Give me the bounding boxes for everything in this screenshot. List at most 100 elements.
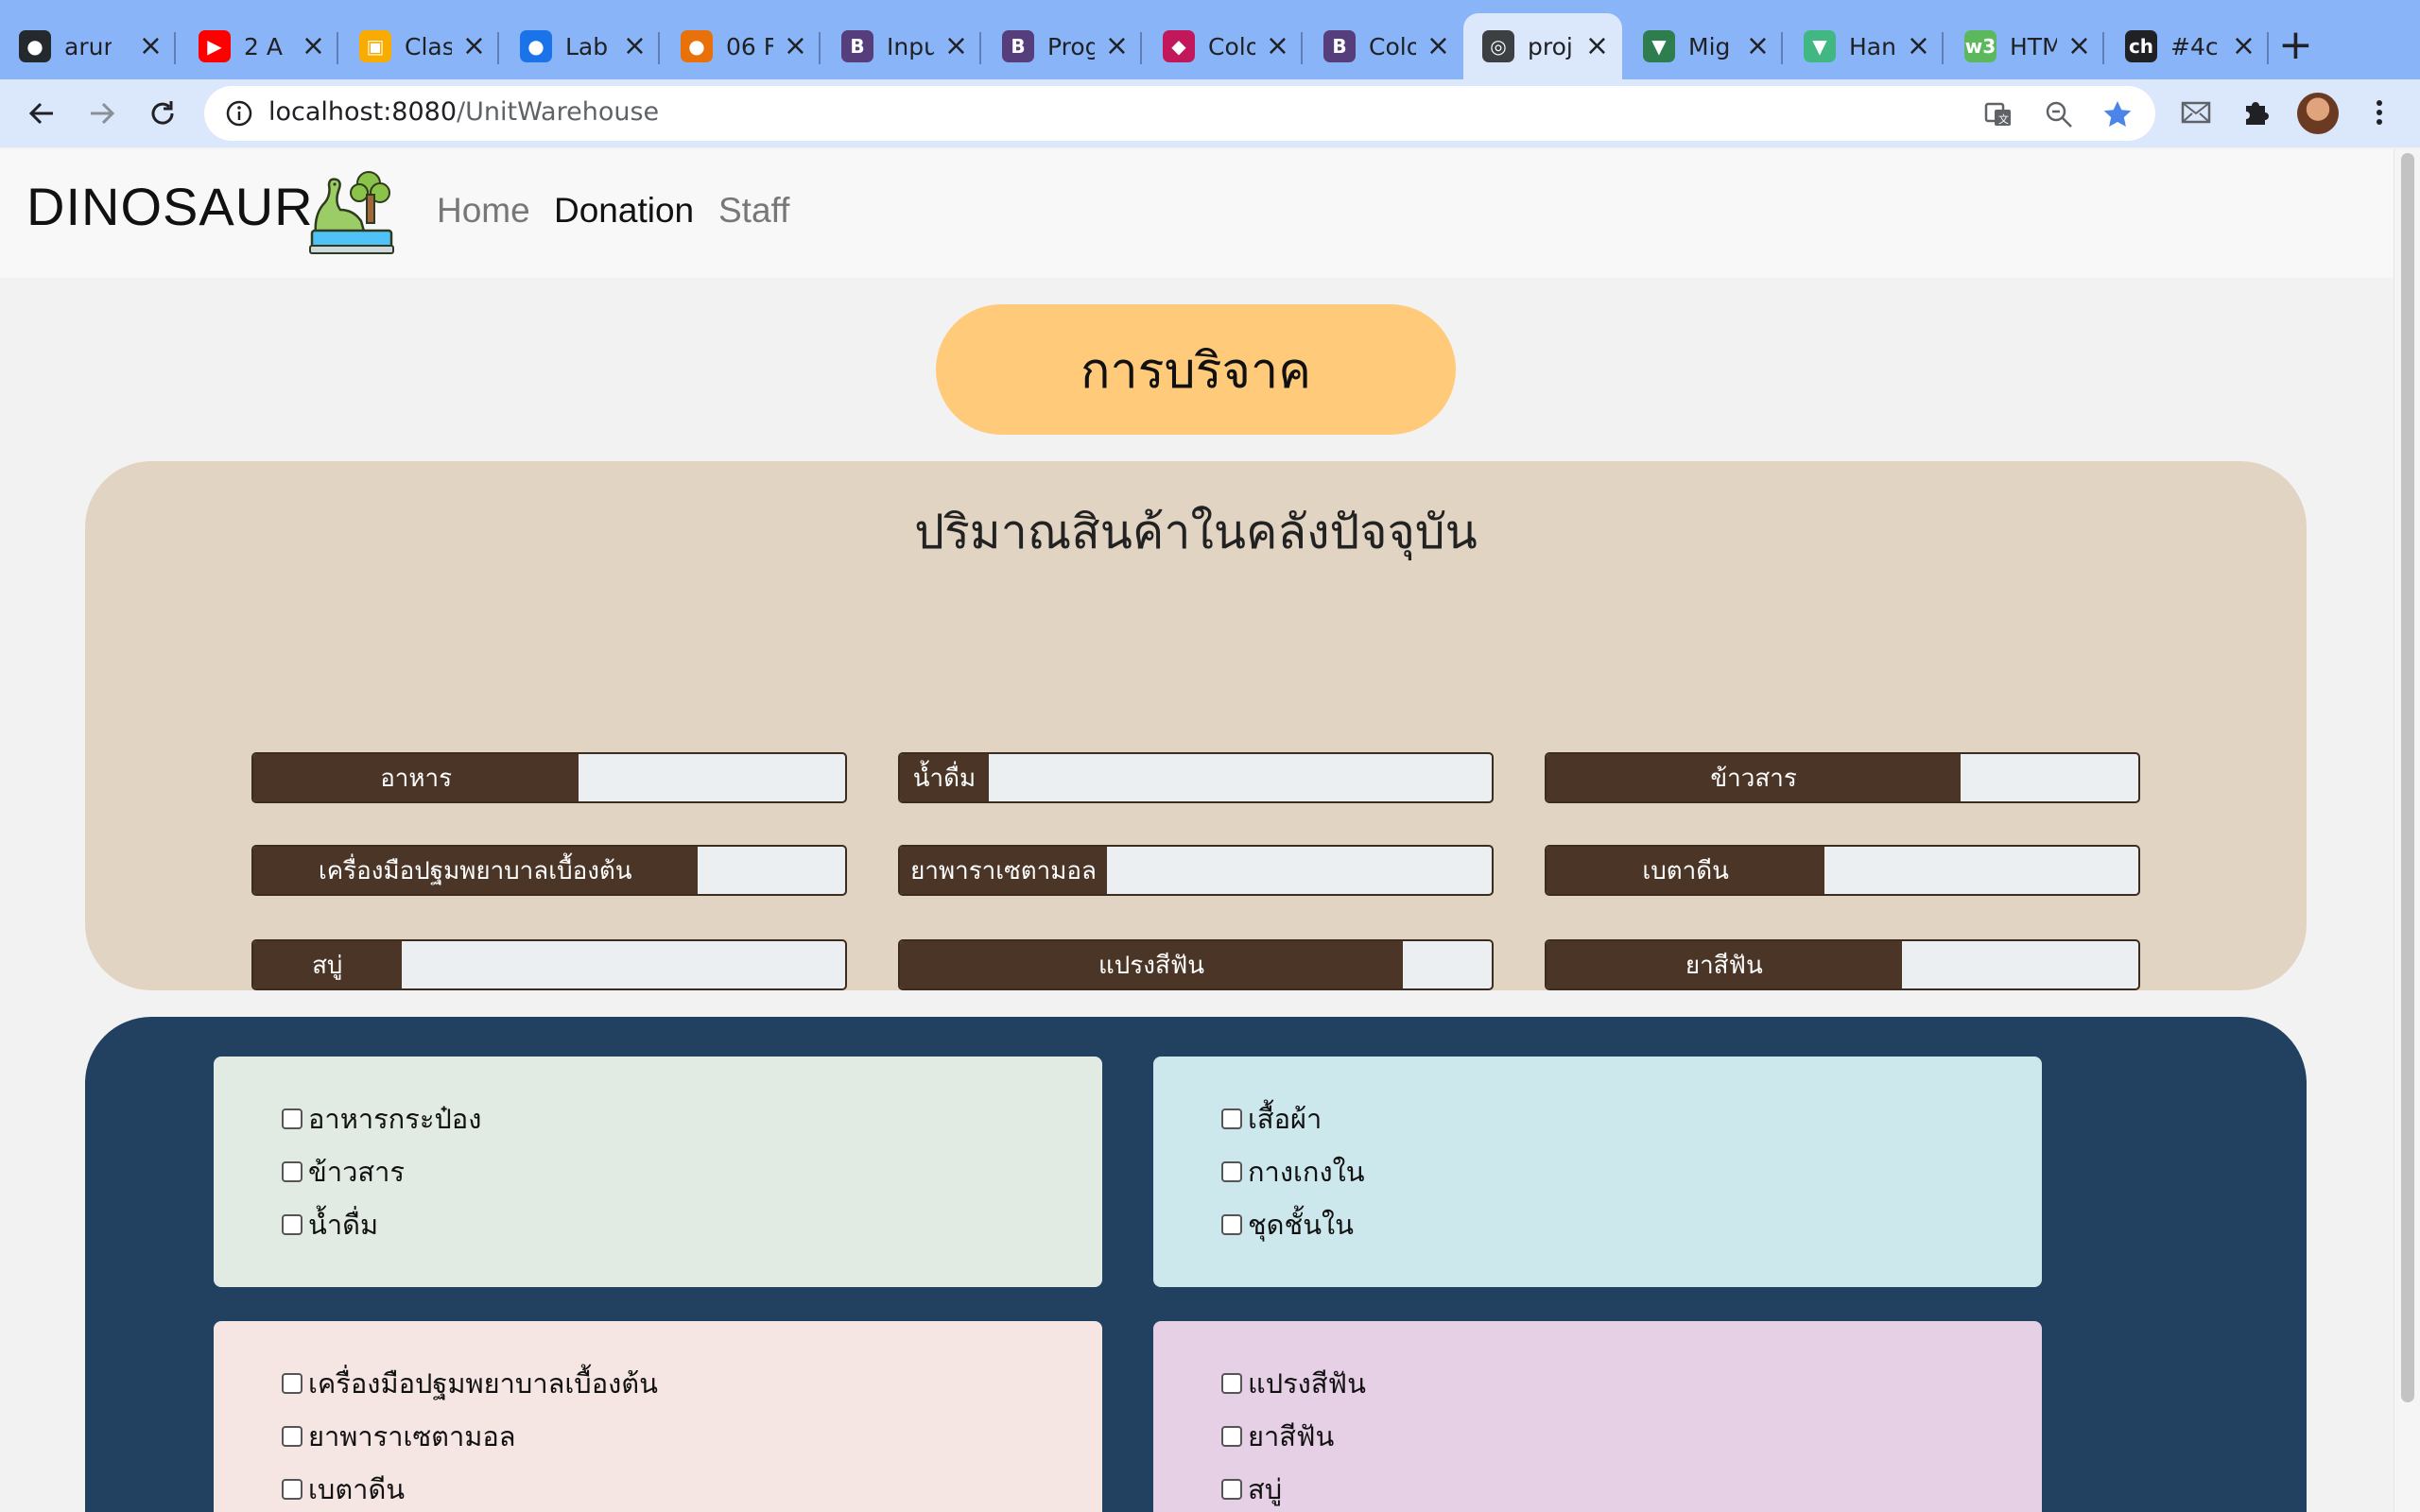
close-tab-icon[interactable]: × [2067,30,2091,62]
bootstrap-icon: B [841,30,873,62]
extensions-puzzle-icon[interactable] [2240,96,2273,129]
bookmark-star-icon[interactable] [2102,99,2133,129]
checkbox[interactable] [1221,1373,1242,1394]
bootstrap-icon: B [1002,30,1034,62]
close-tab-icon[interactable]: × [1105,30,1129,62]
checkbox[interactable] [1221,1426,1242,1447]
donation-checkbox-item[interactable]: เบตาดีน [282,1463,1102,1512]
stock-progress-fill: ยาพาราเซตามอล [900,847,1108,894]
scrollbar-thumb[interactable] [2401,153,2414,1402]
stock-progress-fill: แปรงสีฟัน [900,941,1404,988]
dinosaur-logo-icon[interactable] [308,168,395,255]
tab-separator [819,32,821,64]
browser-tab[interactable]: B Colo × [1305,13,1463,79]
nav-link-staff[interactable]: Staff [718,191,789,231]
browser-tab[interactable]: ▼ Mig × [1624,13,1783,79]
close-tab-icon[interactable]: × [784,30,807,62]
stock-progress-fill: เบตาดีน [1547,847,1825,894]
browser-tab-title: 06 F [726,32,773,60]
donation-panel: อาหารกระป๋อง ข้าวสาร น้ำดื่ม เสื้อผ้ากางเกง… [85,1017,2307,1512]
checkbox[interactable] [282,1108,302,1129]
page-scrollbar[interactable] [2394,149,2420,1512]
checkbox[interactable] [1221,1479,1242,1500]
checkbox[interactable] [1221,1108,1242,1129]
browser-tab[interactable]: ● arun × [0,13,176,79]
stock-progress-fill: เครื่องมือปฐมพยาบาลเบื้องต้น [253,847,698,894]
translate-icon[interactable]: 文 [1983,99,2014,129]
browser-tab[interactable]: ▶ 2 A × [180,13,338,79]
checkbox[interactable] [282,1373,302,1394]
close-tab-icon[interactable]: × [1585,30,1609,62]
donation-checkbox-item[interactable]: แปรงสีฟัน [1221,1357,2042,1410]
close-tab-icon[interactable]: × [1907,30,1930,62]
browser-tab[interactable]: ch #4c × [2106,13,2269,79]
nav-link-home[interactable]: Home [437,191,530,231]
checkbox[interactable] [282,1214,302,1235]
browser-tab-title: HTM [2010,32,2057,60]
brand-name[interactable]: DINOSAUR [26,176,314,237]
profile-avatar[interactable] [2297,93,2339,134]
close-tab-icon[interactable]: × [944,30,968,62]
forward-button[interactable] [83,94,121,132]
donation-checkbox-item[interactable]: ข้าวสาร [282,1145,1102,1198]
ch-icon: ch [2125,30,2157,62]
menu-kebab-icon[interactable] [2363,96,2395,129]
checkbox-label: สบู่ [1248,1473,1283,1505]
browser-tab[interactable]: ▼ Han × [1785,13,1944,79]
browser-tab[interactable]: ● Lab × [501,13,660,79]
mail-icon[interactable] [2180,96,2212,129]
stock-item-label: ข้าวสาร [1710,764,1797,793]
close-tab-icon[interactable]: × [1266,30,1289,62]
browser-tab[interactable]: ● 06 F × [662,13,821,79]
browser-tab[interactable]: ◆ Colo × [1144,13,1303,79]
browser-tab[interactable]: B Inpu × [822,13,981,79]
new-tab-button[interactable]: + [2278,25,2313,66]
stock-progress-bar: อาหาร [251,752,847,803]
vue-icon: ▼ [1804,30,1836,62]
close-tab-icon[interactable]: × [462,30,486,62]
close-tab-icon[interactable]: × [623,30,647,62]
donation-checkbox-item[interactable]: อาหารกระป๋อง [282,1092,1102,1145]
nav-link-donation[interactable]: Donation [554,191,694,231]
zoom-icon[interactable] [2044,99,2074,129]
close-tab-icon[interactable]: × [1426,30,1450,62]
stock-item-label: ยาพาราเซตามอล [910,856,1097,885]
donation-group-card: แปรงสีฟัน ยาสีฟันสบู่ [1153,1321,2042,1512]
github-icon: ● [19,30,51,62]
checkbox-label: เบตาดีน [308,1473,406,1505]
donation-checkbox-item[interactable]: น้ำดื่ม [282,1198,1102,1251]
donation-checkbox-item[interactable]: สบู่ [1221,1463,2042,1512]
checkbox[interactable] [282,1161,302,1182]
checkbox[interactable] [1221,1161,1242,1182]
close-tab-icon[interactable]: × [139,30,163,62]
close-tab-icon[interactable]: × [1746,30,1770,62]
donation-checkbox-item[interactable]: กางเกงใน [1221,1145,2042,1198]
site-info-icon[interactable] [225,99,253,128]
browser-tab[interactable]: ◎ proj × [1463,13,1622,79]
browser-tab[interactable]: B Prog × [983,13,1142,79]
checkbox-label: กางเกงใน [1248,1156,1365,1188]
url-host: localhost:8080 [268,97,458,127]
close-tab-icon[interactable]: × [302,30,325,62]
close-tab-icon[interactable]: × [2232,30,2256,62]
browser-tab-title: Prog [1047,32,1095,60]
stock-progress-bar: แปรงสีฟัน [898,939,1494,990]
globe-icon: ◎ [1482,30,1514,62]
donation-checkbox-item[interactable]: ยาสีฟัน [1221,1410,2042,1463]
svg-text:文: 文 [1998,112,2009,126]
donation-checkbox-item[interactable]: ยาพาราเซตามอล [282,1410,1102,1463]
donation-checkbox-item[interactable]: เสื้อผ้า [1221,1092,2042,1145]
back-button[interactable] [23,94,60,132]
browser-tab[interactable]: ▣ Clas × [340,13,499,79]
address-bar[interactable]: localhost:8080/UnitWarehouse 文 [204,86,2155,141]
browser-tab-title: proj [1528,32,1573,60]
checkbox[interactable] [282,1479,302,1500]
checkbox[interactable] [1221,1214,1242,1235]
reload-button[interactable] [144,94,182,132]
checkbox[interactable] [282,1426,302,1447]
browser-tab[interactable]: w3 HTM × [1945,13,2104,79]
page-viewport: DINOSAUR Home Donation Staff การบริจาค ป… [0,149,2394,1512]
donation-checkbox-item[interactable]: เครื่องมือปฐมพยาบาลเบื้องต้น [282,1357,1102,1410]
back-arrow-icon [28,102,53,125]
donation-checkbox-item[interactable]: ชุดชั้นใน [1221,1198,2042,1251]
